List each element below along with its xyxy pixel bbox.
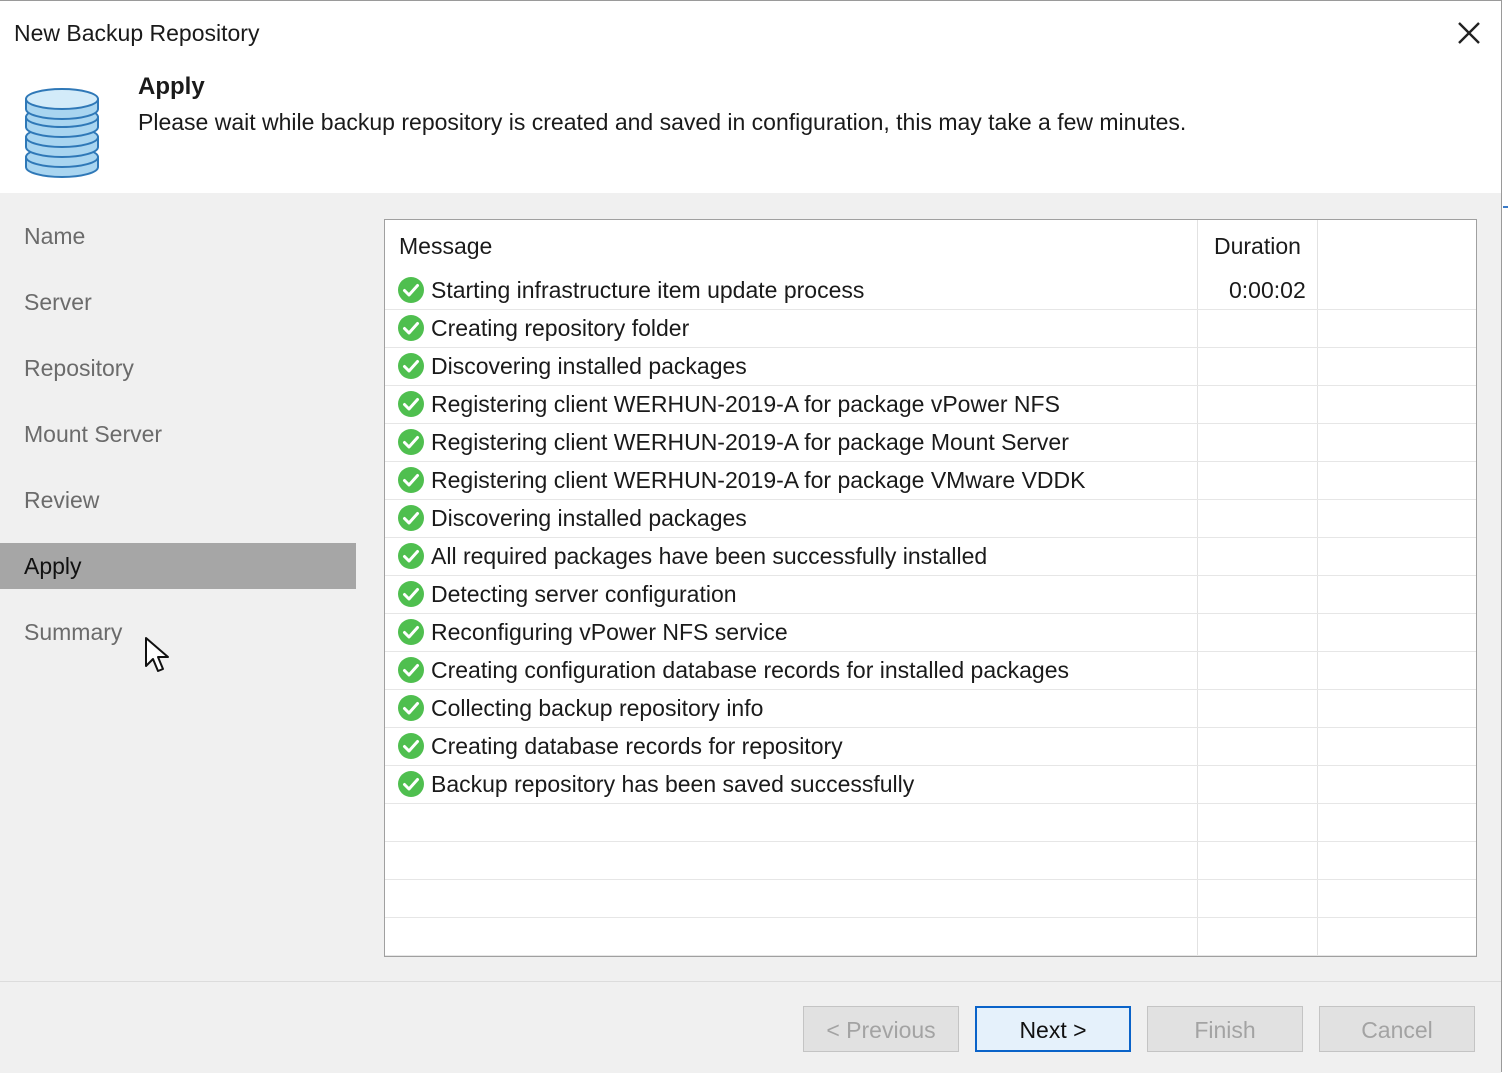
title-bar: New Backup Repository (0, 1, 1501, 65)
table-row (385, 842, 1476, 880)
sidebar-item-summary[interactable]: Summary (0, 609, 356, 655)
table-row (385, 880, 1476, 918)
message-column-header[interactable]: Message (399, 220, 492, 272)
check-circle-icon (398, 353, 424, 379)
wizard-header: Apply Please wait while backup repositor… (0, 65, 1501, 193)
row-message: All required packages have been successf… (431, 543, 988, 569)
wizard-window: New Backup Repository Apply Please wait … (0, 0, 1502, 1073)
table-row[interactable]: Creating repository folder (385, 310, 1476, 348)
check-circle-icon (398, 315, 424, 341)
row-message: Collecting backup repository info (431, 695, 764, 721)
table-row[interactable]: Detecting server configuration (385, 576, 1476, 614)
table-row[interactable]: Registering client WERHUN-2019-A for pac… (385, 386, 1476, 424)
table-row (385, 804, 1476, 842)
check-circle-icon (398, 657, 424, 683)
table-row[interactable]: Collecting backup repository info (385, 690, 1476, 728)
mouse-cursor-icon (145, 637, 169, 672)
finish-button[interactable]: Finish (1147, 1006, 1303, 1052)
row-message: Creating database records for repository (431, 733, 843, 759)
row-message: Starting infrastructure item update proc… (431, 277, 865, 303)
row-duration: 0:00:02 (1229, 277, 1306, 303)
background-window-edge (1503, 206, 1508, 208)
table-row[interactable]: Creating database records for repository (385, 728, 1476, 766)
row-message: Backup repository has been saved success… (431, 771, 915, 797)
table-row[interactable]: Discovering installed packages (385, 500, 1476, 538)
step-description: Please wait while backup repository is c… (138, 109, 1187, 135)
row-message: Creating repository folder (431, 315, 690, 341)
database-icon (25, 88, 99, 178)
sidebar-item-server[interactable]: Server (0, 279, 356, 325)
row-message: Creating configuration database records … (431, 657, 1069, 683)
sidebar-item-repository[interactable]: Repository (0, 345, 356, 391)
check-circle-icon (398, 619, 424, 645)
check-circle-icon (398, 505, 424, 531)
check-circle-icon (398, 467, 424, 493)
previous-button[interactable]: < Previous (803, 1006, 959, 1052)
check-circle-icon (398, 733, 424, 759)
content-panel: Message Duration Starting infrastructure… (356, 193, 1501, 981)
row-message: Discovering installed packages (431, 353, 747, 379)
next-button[interactable]: Next > (975, 1006, 1131, 1052)
table-row (385, 918, 1476, 956)
sidebar-item-apply[interactable]: Apply (0, 543, 356, 589)
check-circle-icon (398, 581, 424, 607)
sidebar-item-name[interactable]: Name (0, 213, 356, 259)
table-row[interactable]: Registering client WERHUN-2019-A for pac… (385, 462, 1476, 500)
table-row[interactable]: Backup repository has been saved success… (385, 766, 1476, 804)
table-row[interactable]: Registering client WERHUN-2019-A for pac… (385, 424, 1476, 462)
sidebar-item-mount-server[interactable]: Mount Server (0, 411, 356, 457)
cancel-button[interactable]: Cancel (1319, 1006, 1475, 1052)
row-message: Registering client WERHUN-2019-A for pac… (431, 429, 1069, 455)
check-circle-icon (398, 771, 424, 797)
row-message: Detecting server configuration (431, 581, 737, 607)
table-row[interactable]: Starting infrastructure item update proc… (385, 272, 1476, 310)
check-circle-icon (398, 695, 424, 721)
check-circle-icon (398, 391, 424, 417)
check-circle-icon (398, 429, 424, 455)
duration-column-header[interactable]: Duration (1214, 220, 1301, 272)
wizard-steps-sidebar: Name Server Repository Mount Server Revi… (0, 193, 356, 981)
close-button[interactable] (1451, 15, 1487, 51)
close-icon (1458, 22, 1480, 44)
row-message: Registering client WERHUN-2019-A for pac… (431, 467, 1086, 493)
check-circle-icon (398, 543, 424, 569)
step-title: Apply (138, 73, 205, 100)
window-title: New Backup Repository (14, 20, 260, 46)
wizard-footer: < Previous Next > Finish Cancel (0, 981, 1501, 1073)
row-message: Reconfiguring vPower NFS service (431, 619, 788, 645)
table-row[interactable]: All required packages have been successf… (385, 538, 1476, 576)
table-row[interactable]: Reconfiguring vPower NFS service (385, 614, 1476, 652)
check-circle-icon (398, 277, 424, 303)
table-row[interactable]: Creating configuration database records … (385, 652, 1476, 690)
row-message: Registering client WERHUN-2019-A for pac… (431, 391, 1060, 417)
apply-log-table[interactable]: Message Duration Starting infrastructure… (384, 219, 1477, 957)
table-row[interactable]: Discovering installed packages (385, 348, 1476, 386)
row-message: Discovering installed packages (431, 505, 747, 531)
sidebar-item-review[interactable]: Review (0, 477, 356, 523)
